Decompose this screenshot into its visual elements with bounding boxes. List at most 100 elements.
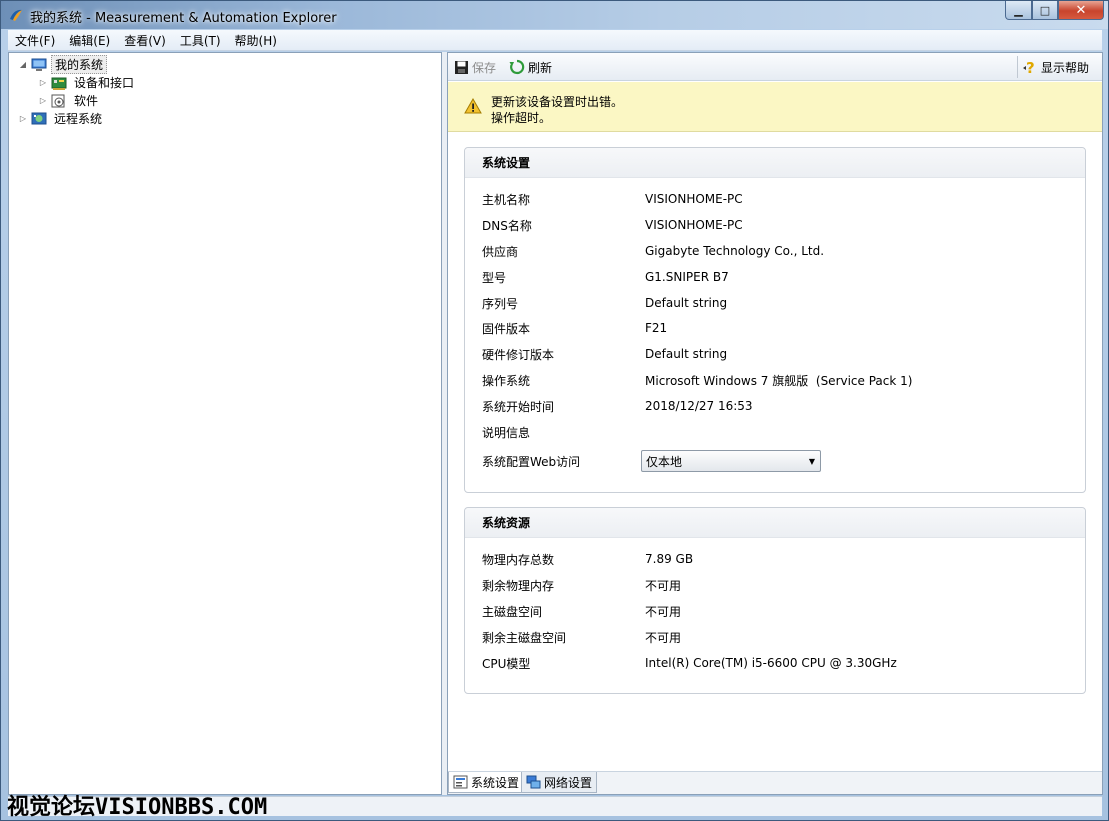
prop-row-hw-revision: 硬件修订版本 Default string: [482, 345, 1082, 363]
device-card-icon: [51, 77, 67, 90]
menu-view[interactable]: 查看(V): [117, 32, 173, 49]
prop-value: 不可用: [645, 604, 682, 619]
refresh-icon: [509, 59, 525, 75]
web-access-select[interactable]: 仅本地 ▼: [641, 450, 821, 472]
tree-label-remote[interactable]: 远程系统: [51, 110, 105, 127]
system-settings-title: 系统设置: [465, 148, 1085, 178]
prop-label: 系统开始时间: [482, 399, 555, 414]
collapsed-arrow-icon[interactable]: ▷: [37, 77, 49, 89]
tree-item-my-system[interactable]: ◢ 我的系统: [17, 55, 108, 74]
prop-value: 2018/12/27 16:53: [645, 399, 753, 413]
tree-pane: ◢ 我的系统 ▷ 设备和接口 ▷ 软件 ▷ 远程系统: [8, 52, 442, 795]
web-access-value: 仅本地: [646, 454, 683, 469]
prop-label: 剩余主磁盘空间: [482, 630, 567, 645]
tree-item-devices[interactable]: ▷ 设备和接口: [37, 74, 137, 91]
prop-label: 主机名称: [482, 192, 531, 207]
dropdown-arrow-icon: ▼: [808, 457, 815, 466]
collapsed-arrow-icon[interactable]: ▷: [37, 95, 49, 107]
prop-row-model: 型号 G1.SNIPER B7: [482, 268, 1082, 286]
prop-label: 操作系统: [482, 373, 531, 388]
system-resources-title: 系统资源: [465, 508, 1085, 538]
prop-label: 固件版本: [482, 321, 531, 336]
bottom-tab-strip: 系统设置 网络设置: [448, 771, 1102, 794]
show-help-button[interactable]: ? 显示帮助: [1022, 58, 1089, 76]
prop-row-free-memory: 剩余物理内存 不可用: [482, 576, 1082, 594]
remote-systems-icon: [31, 112, 47, 124]
tree-label-devices[interactable]: 设备和接口: [71, 74, 137, 91]
prop-value: G1.SNIPER B7: [645, 270, 729, 284]
menu-help[interactable]: 帮助(H): [228, 32, 284, 49]
tab-system-settings-label: 系统设置: [471, 775, 520, 790]
tree-item-software[interactable]: ▷ 软件: [37, 92, 101, 109]
prop-label: 硬件修订版本: [482, 347, 555, 362]
tree-item-remote[interactable]: ▷ 远程系统: [17, 110, 105, 127]
prop-value: Intel(R) Core(TM) i5-6600 CPU @ 3.30GHz: [645, 656, 897, 670]
prop-value: F21: [645, 321, 668, 335]
prop-value: 不可用: [645, 578, 682, 593]
maximize-icon: □: [1039, 3, 1051, 17]
svg-text:?: ?: [1026, 59, 1035, 76]
title-bar[interactable]: 我的系统 - Measurement & Automation Explorer…: [1, 1, 1108, 29]
toolbar: 保存 刷新 ? 显示帮助: [448, 53, 1102, 81]
expanded-arrow-icon[interactable]: ◢: [17, 59, 29, 71]
prop-label: DNS名称: [482, 218, 532, 233]
computer-icon: [31, 58, 47, 71]
prop-value: Default string: [645, 296, 728, 310]
tab-system-settings[interactable]: 系统设置: [448, 772, 525, 793]
warning-detail: 操作超时。: [491, 111, 552, 125]
settings-tab-icon: [453, 775, 468, 789]
prop-label: 主磁盘空间: [482, 604, 543, 619]
minimize-button[interactable]: ▁: [1005, 1, 1032, 20]
prop-label: 型号: [482, 270, 507, 285]
save-icon: [455, 60, 468, 74]
menu-file[interactable]: 文件(F): [8, 32, 62, 49]
save-button[interactable]: 保存: [454, 58, 496, 76]
details-pane: 保存 刷新 ? 显示帮助 更新该设备设置时出错。 操作超时。 系统设置 主机名称…: [447, 52, 1103, 795]
prop-label: 系统配置Web访问: [482, 454, 581, 469]
toolbar-separator: [1017, 56, 1018, 78]
software-icon: [51, 94, 65, 107]
prop-value: 不可用: [645, 630, 682, 645]
prop-row-hostname: 主机名称 VISIONHOME-PC: [482, 190, 1082, 208]
prop-value: VISIONHOME-PC: [645, 218, 743, 232]
prop-label: 剩余物理内存: [482, 578, 555, 593]
prop-row-os: 操作系统 Microsoft Windows 7 旗舰版 (Service Pa…: [482, 371, 1082, 389]
prop-row-firmware: 固件版本 F21: [482, 319, 1082, 337]
prop-row-start-time: 系统开始时间 2018/12/27 16:53: [482, 397, 1082, 415]
tree-label-software[interactable]: 软件: [71, 92, 101, 109]
collapsed-arrow-icon[interactable]: ▷: [17, 113, 29, 125]
minimize-icon: ▁: [1014, 3, 1023, 17]
app-window: 我的系统 - Measurement & Automation Explorer…: [0, 0, 1109, 821]
prop-label: 供应商: [482, 244, 519, 259]
warning-message: 更新该设备设置时出错。: [491, 95, 624, 109]
close-button[interactable]: ✕: [1058, 1, 1104, 20]
warning-icon: [464, 98, 482, 114]
tree-label-my-system[interactable]: 我的系统: [51, 55, 108, 74]
help-icon: ?: [1023, 59, 1035, 76]
close-icon: ✕: [1075, 2, 1087, 18]
tab-network-settings[interactable]: 网络设置: [521, 772, 598, 793]
prop-row-disk-space: 主磁盘空间 不可用: [482, 602, 1082, 620]
prop-row-dns: DNS名称 VISIONHOME-PC: [482, 216, 1082, 234]
prop-row-web-access: 系统配置Web访问 仅本地 ▼: [482, 449, 1082, 473]
watermark-text: 视觉论坛VISIONBBS.COM: [7, 795, 268, 820]
app-icon: [10, 9, 22, 21]
prop-value: 7.89 GB: [645, 552, 694, 566]
menu-edit[interactable]: 编辑(E): [62, 32, 117, 49]
menu-tools[interactable]: 工具(T): [173, 32, 228, 49]
prop-value: Microsoft Windows 7 旗舰版 (Service Pack 1): [645, 373, 913, 388]
refresh-button[interactable]: 刷新: [509, 58, 552, 76]
prop-label: 物理内存总数: [482, 552, 555, 567]
prop-row-cpu: CPU模型 Intel(R) Core(TM) i5-6600 CPU @ 3.…: [482, 654, 1082, 672]
prop-row-free-disk-space: 剩余主磁盘空间 不可用: [482, 628, 1082, 646]
prop-row-serial: 序列号 Default string: [482, 294, 1082, 312]
network-tab-icon: [526, 775, 541, 789]
prop-row-vendor: 供应商 Gigabyte Technology Co., Ltd.: [482, 242, 1082, 260]
system-settings-group: 系统设置 主机名称 VISIONHOME-PC DNS名称 VISIONHOME…: [464, 147, 1086, 493]
warning-banner: 更新该设备设置时出错。 操作超时。: [448, 82, 1102, 132]
save-label: 保存: [472, 60, 497, 75]
maximize-button[interactable]: □: [1032, 1, 1058, 20]
tab-network-settings-label: 网络设置: [544, 775, 593, 790]
menu-bar: 文件(F) 编辑(E) 查看(V) 工具(T) 帮助(H): [8, 30, 1102, 51]
prop-label: 说明信息: [482, 425, 531, 440]
